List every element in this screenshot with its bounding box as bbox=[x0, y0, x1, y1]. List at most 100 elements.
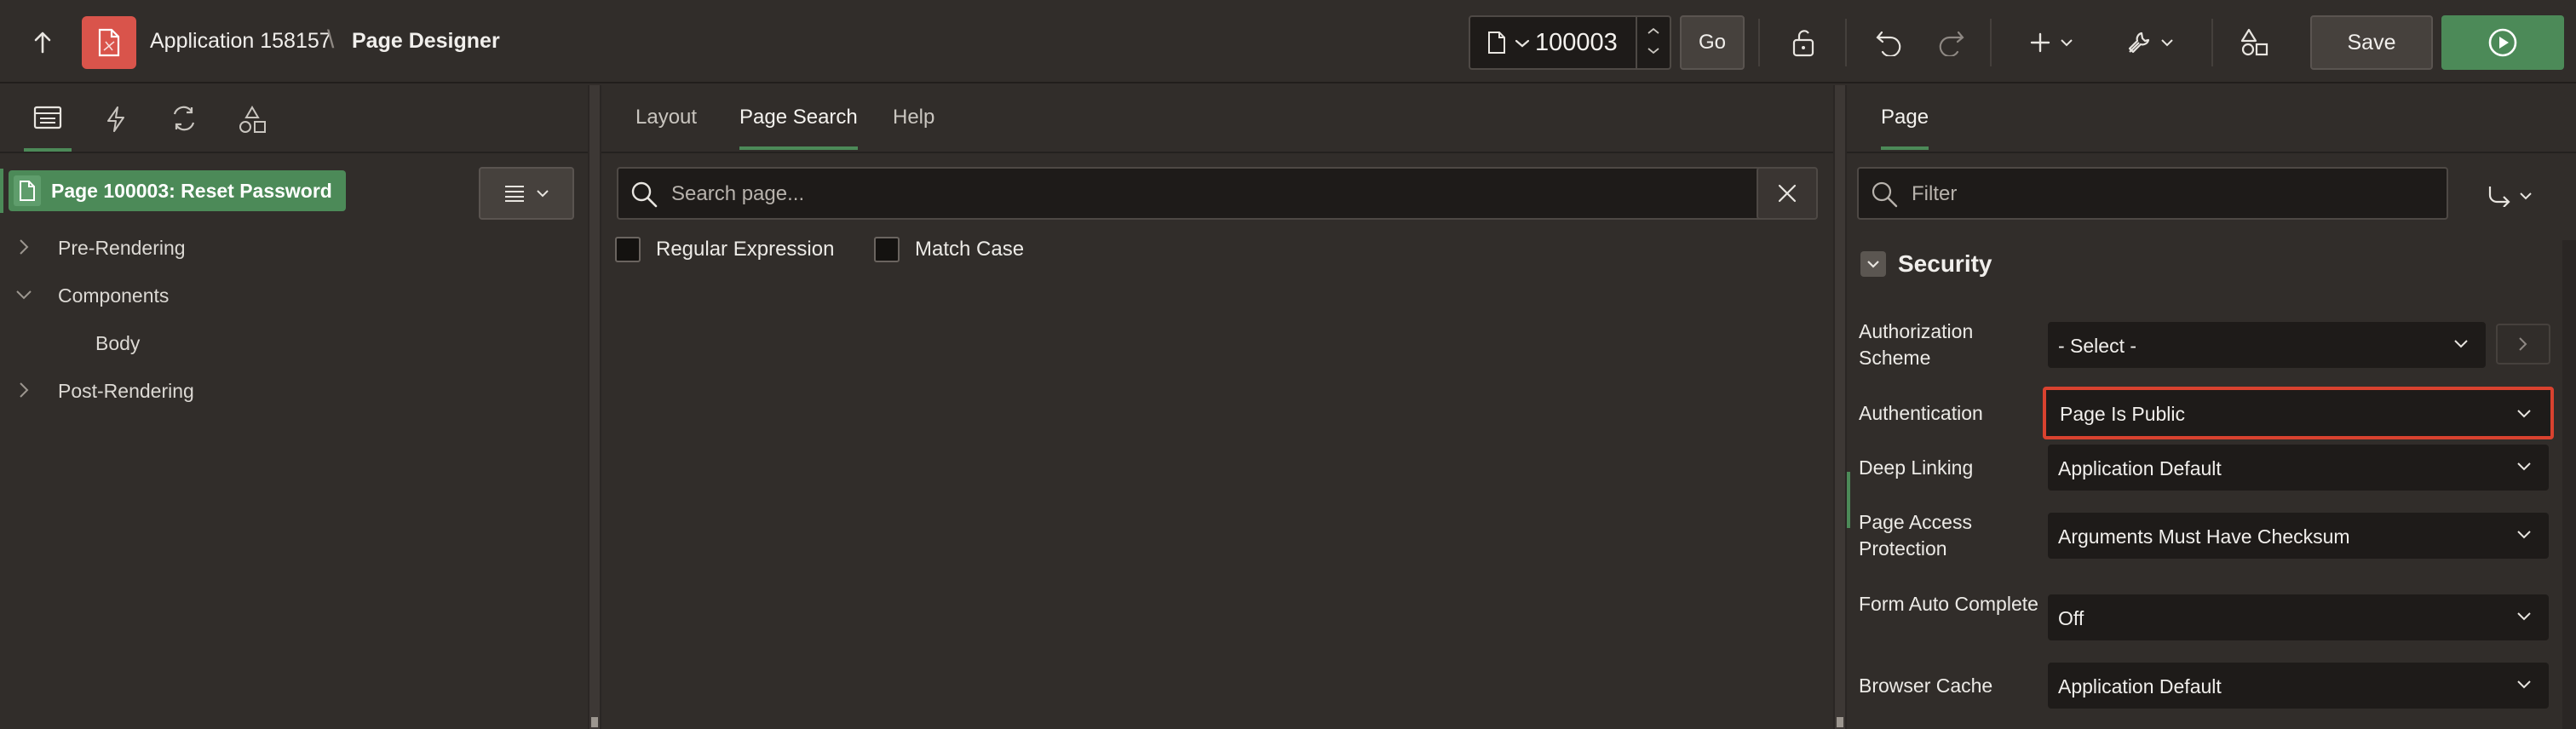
authorization-scheme-select[interactable]: - Select - bbox=[2048, 322, 2486, 368]
deep-linking-value: Application Default bbox=[2058, 457, 2222, 479]
regular-expression-label: Regular Expression bbox=[656, 238, 835, 261]
tree-node-post-rendering[interactable]: Post-Rendering bbox=[58, 380, 194, 403]
run-page-button[interactable] bbox=[2441, 15, 2564, 70]
tree-actions-menu-button[interactable] bbox=[479, 167, 574, 220]
tab-rendering[interactable] bbox=[24, 100, 72, 152]
tab-shared-components[interactable] bbox=[228, 100, 276, 152]
chevron-right-icon[interactable] bbox=[19, 238, 29, 255]
redo-button[interactable] bbox=[1927, 22, 1975, 63]
chevron-right-icon[interactable] bbox=[19, 382, 29, 399]
deep-linking-select[interactable]: Application Default bbox=[2048, 445, 2549, 491]
tree-node-pre-rendering[interactable]: Pre-Rendering bbox=[58, 237, 186, 260]
left-panel-tabs bbox=[0, 85, 588, 153]
page-search-input[interactable] bbox=[671, 181, 1693, 208]
page-access-protection-select[interactable]: Arguments Must Have Checksum bbox=[2048, 513, 2549, 559]
property-filter-box bbox=[1857, 167, 2448, 220]
chevron-down-icon bbox=[2517, 612, 2531, 621]
splitter-handle[interactable] bbox=[1837, 717, 1843, 727]
lock-page-button[interactable] bbox=[1780, 22, 1828, 63]
tree-root-page-node[interactable]: Page 100003: Reset Password bbox=[9, 170, 346, 211]
undo-button[interactable] bbox=[1866, 22, 1913, 63]
arrow-up-icon bbox=[34, 32, 51, 54]
tab-page[interactable]: Page bbox=[1881, 106, 1929, 150]
regular-expression-option[interactable]: Regular Expression bbox=[615, 237, 834, 262]
focused-row-marker bbox=[1847, 472, 1850, 528]
collapse-toggle[interactable] bbox=[1860, 251, 1886, 277]
regular-expression-checkbox[interactable] bbox=[615, 237, 641, 262]
left-splitter[interactable] bbox=[588, 85, 601, 729]
go-to-arrow-icon bbox=[2488, 187, 2510, 207]
chevron-down-icon bbox=[537, 190, 549, 198]
chevron-right-icon bbox=[2519, 337, 2527, 351]
chevron-up-icon[interactable] bbox=[1647, 27, 1659, 34]
utilities-menu-button[interactable] bbox=[2116, 22, 2184, 63]
page-number-spinner[interactable] bbox=[1636, 17, 1670, 68]
go-button[interactable]: Go bbox=[1680, 15, 1745, 70]
page-number-input[interactable] bbox=[1535, 29, 1620, 57]
form-auto-complete-label: Form Auto Complete bbox=[1859, 593, 2038, 615]
page-access-protection-label: Page Access Protection bbox=[1859, 511, 1972, 560]
undo-icon bbox=[1876, 31, 1901, 56]
page-search-panel: Layout Page Search Help Regular Expressi… bbox=[601, 85, 1833, 729]
play-circle-icon bbox=[2488, 28, 2517, 57]
toolbar-divider bbox=[2211, 19, 2213, 66]
form-auto-complete-select[interactable]: Off bbox=[2048, 594, 2549, 640]
authorization-scheme-label: Authorization Scheme bbox=[1859, 320, 1974, 369]
clear-search-button[interactable] bbox=[1757, 167, 1818, 220]
property-editor-panel: Page Security Authorization Scheme - Sel… bbox=[1847, 85, 2576, 729]
match-case-checkbox[interactable] bbox=[874, 237, 900, 262]
page-selector[interactable] bbox=[1469, 15, 1671, 70]
navigate-up-button[interactable] bbox=[20, 26, 65, 60]
authorization-go-button[interactable] bbox=[2496, 324, 2550, 364]
app-logo[interactable] bbox=[82, 16, 136, 69]
chevron-down-icon bbox=[2454, 340, 2468, 348]
hamburger-icon bbox=[505, 186, 524, 202]
chevron-down-icon[interactable] bbox=[1515, 39, 1530, 48]
chevron-down-icon[interactable] bbox=[1647, 48, 1659, 55]
authentication-value: Page Is Public bbox=[2060, 403, 2186, 425]
save-button[interactable]: Save bbox=[2310, 15, 2433, 70]
rendering-tree-panel: Page 100003: Reset Password Pre-Renderin… bbox=[0, 85, 588, 729]
security-section-header[interactable]: Security bbox=[1860, 250, 1992, 278]
chevron-down-icon bbox=[2517, 531, 2531, 539]
rendering-icon bbox=[33, 106, 62, 129]
property-scrollbar[interactable] bbox=[2562, 240, 2576, 729]
app-name-link[interactable]: Application 158157 bbox=[150, 29, 331, 54]
browser-cache-select[interactable]: Application Default bbox=[2048, 663, 2549, 709]
chevron-down-icon bbox=[2061, 39, 2073, 47]
toolbar-divider bbox=[1990, 19, 1992, 66]
toolbar-divider bbox=[1845, 19, 1847, 66]
tab-help[interactable]: Help bbox=[893, 106, 934, 146]
toolbar-divider bbox=[1758, 19, 1760, 66]
chevron-down-icon bbox=[2517, 462, 2531, 471]
lightning-icon bbox=[107, 106, 124, 132]
authorization-scheme-value: - Select - bbox=[2058, 335, 2137, 357]
go-to-group-button[interactable] bbox=[2469, 174, 2550, 218]
tab-layout[interactable]: Layout bbox=[635, 106, 697, 146]
tree-selection-marker bbox=[0, 169, 3, 213]
page-app-icon bbox=[98, 28, 120, 57]
match-case-label: Match Case bbox=[915, 238, 1025, 261]
chevron-down-icon bbox=[2517, 680, 2531, 689]
chevron-down-icon bbox=[2517, 410, 2531, 418]
chevron-down-icon bbox=[1867, 261, 1879, 268]
browser-cache-label: Browser Cache bbox=[1859, 674, 1993, 697]
middle-panel-tabs: Layout Page Search Help bbox=[601, 85, 1833, 153]
tab-page-search[interactable]: Page Search bbox=[739, 106, 858, 150]
match-case-option[interactable]: Match Case bbox=[874, 237, 1024, 262]
chevron-down-icon[interactable] bbox=[15, 290, 32, 300]
tab-dynamic-actions[interactable] bbox=[92, 100, 140, 152]
property-filter-input[interactable] bbox=[1912, 181, 2423, 208]
shared-components-button[interactable] bbox=[2230, 22, 2278, 63]
tree-root-label: Page 100003: Reset Password bbox=[51, 179, 332, 202]
splitter-handle[interactable] bbox=[591, 717, 598, 727]
form-auto-complete-value: Off bbox=[2058, 607, 2084, 629]
tree-node-components[interactable]: Components bbox=[58, 284, 169, 307]
page-search-box bbox=[617, 167, 1763, 220]
tree-node-body[interactable]: Body bbox=[95, 332, 140, 355]
tab-processing[interactable] bbox=[160, 100, 208, 152]
create-menu-button[interactable] bbox=[2019, 22, 2084, 63]
right-splitter[interactable] bbox=[1833, 85, 1847, 729]
authentication-select[interactable]: Page Is Public bbox=[2043, 387, 2554, 439]
close-icon bbox=[1778, 184, 1797, 203]
